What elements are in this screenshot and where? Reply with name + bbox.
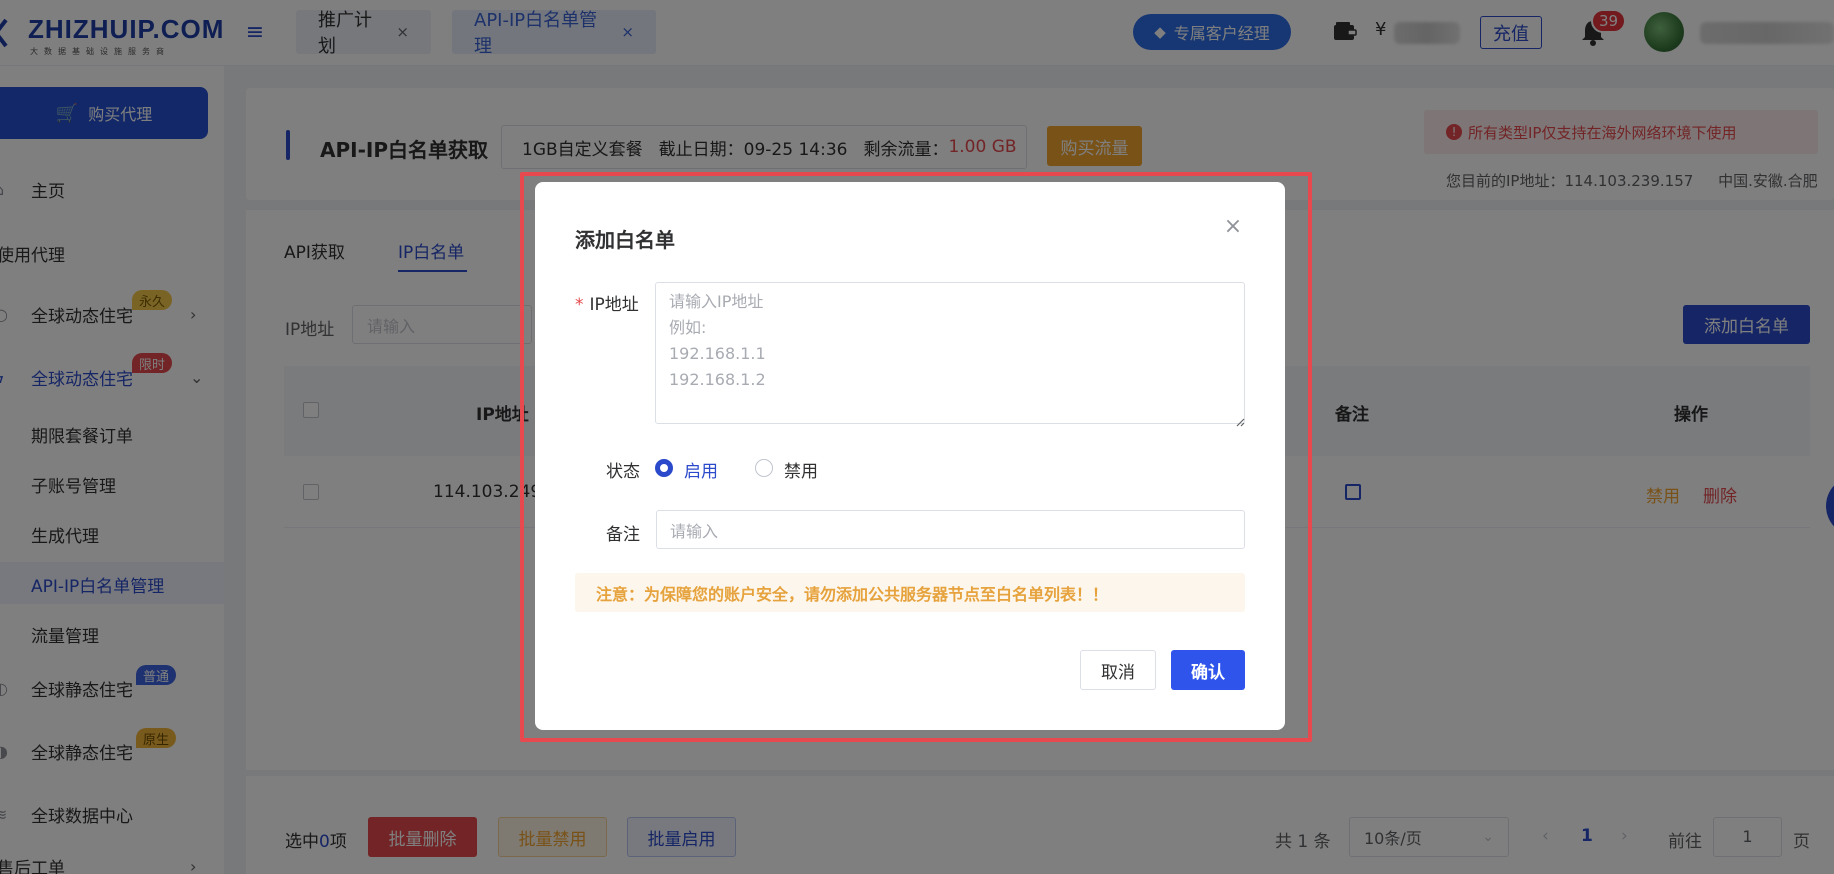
confirm-button[interactable]: 确认: [1171, 650, 1245, 690]
remark-label: 备注: [606, 525, 640, 545]
close-icon[interactable]: ×: [1223, 216, 1243, 238]
status-disable-radio[interactable]: [755, 459, 773, 477]
ip-address-textarea[interactable]: 请输入IP地址 例如: 192.168.1.1 192.168.1.2: [655, 282, 1245, 424]
status-disable-label[interactable]: 禁用: [784, 457, 818, 482]
status-enable-label[interactable]: 启用: [684, 457, 718, 482]
remark-input[interactable]: 请输入: [656, 510, 1245, 549]
dialog-title: 添加白名单: [575, 228, 675, 252]
required-mark: *: [575, 295, 584, 315]
add-whitelist-dialog: 添加白名单 × * IP地址 请输入IP地址 例如: 192.168.1.1 19…: [535, 182, 1285, 730]
security-warning: 注意：为保障您的账户安全，请勿添加公共服务器节点至白名单列表！！: [575, 573, 1245, 612]
cancel-button[interactable]: 取消: [1080, 650, 1156, 690]
ip-field-label: * IP地址: [575, 290, 639, 315]
ip-label-text: IP地址: [589, 295, 639, 315]
status-label: 状态: [606, 462, 640, 482]
resize-handle-icon[interactable]: [1235, 412, 1245, 427]
status-enable-radio[interactable]: [655, 459, 673, 477]
